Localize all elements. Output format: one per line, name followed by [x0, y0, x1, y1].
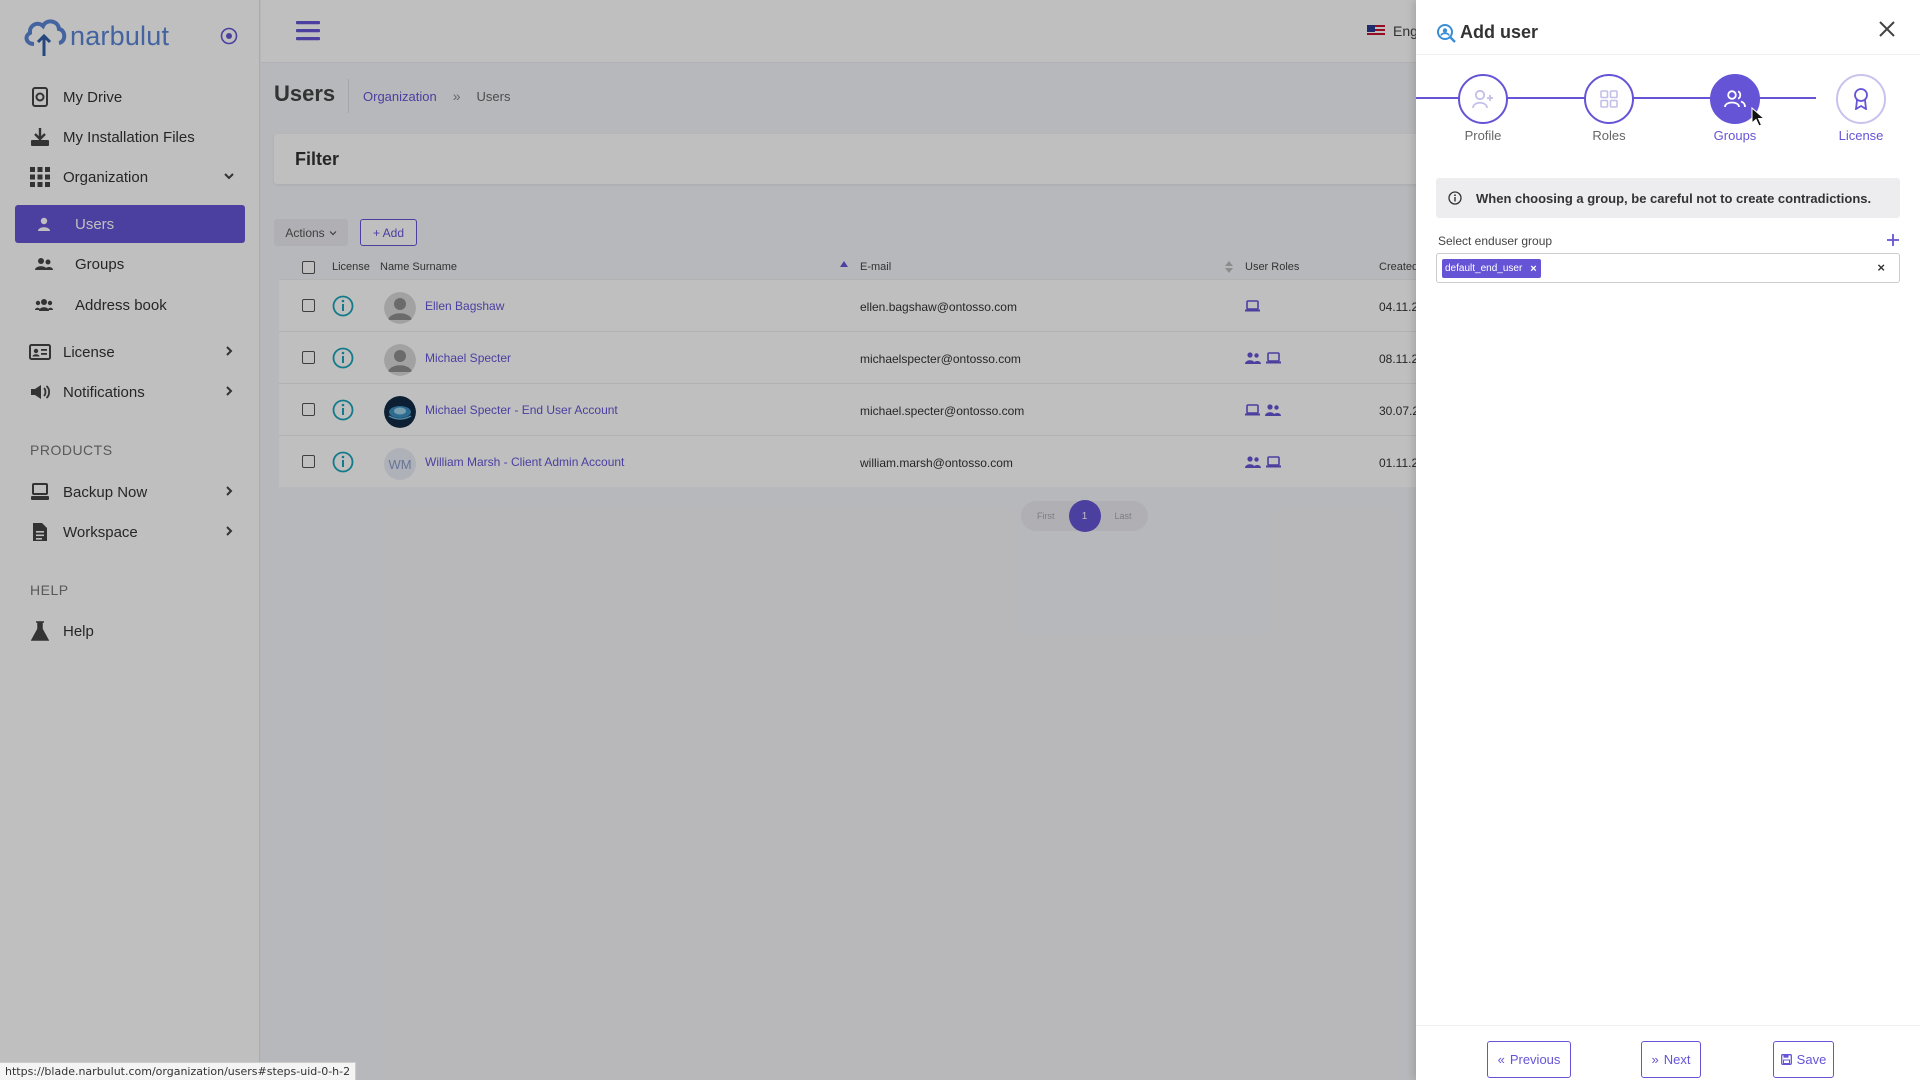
step-roles[interactable]: Roles: [1584, 74, 1634, 143]
save-icon: [1780, 1054, 1792, 1065]
status-bar-url: https://blade.narbulut.com/organization/…: [0, 1062, 357, 1080]
panel-header: Add user: [1436, 22, 1538, 43]
plus-icon[interactable]: [1886, 233, 1900, 247]
notice-text: When choosing a group, be careful not to…: [1476, 190, 1872, 206]
group-select[interactable]: default_end_user × ×: [1436, 253, 1900, 283]
user-plus-icon: [1458, 74, 1508, 124]
award-icon: [1836, 74, 1886, 124]
mouse-cursor-icon: [1751, 107, 1765, 127]
step-label: Roles: [1592, 128, 1626, 143]
tag-remove-icon[interactable]: ×: [1530, 263, 1536, 275]
save-label: Save: [1796, 1052, 1827, 1067]
close-icon[interactable]: [1878, 20, 1896, 38]
group-field-label: Select enduser group: [1438, 234, 1553, 248]
selected-group-tag: default_end_user ×: [1442, 259, 1541, 278]
previous-button[interactable]: « Previous: [1487, 1041, 1571, 1078]
step-label: License: [1838, 128, 1884, 143]
previous-label: Previous: [1509, 1052, 1561, 1067]
user-search-icon: [1436, 23, 1456, 43]
step-profile[interactable]: Profile: [1458, 74, 1508, 143]
panel-footer-divider: [1416, 1025, 1920, 1026]
step-label: Profile: [1464, 128, 1502, 143]
next-label: Next: [1663, 1052, 1691, 1067]
app-root: narbulut My Drive My Installation Files …: [0, 0, 1920, 1080]
panel-title: Add user: [1460, 22, 1539, 42]
clear-selection-icon[interactable]: ×: [1877, 260, 1885, 275]
double-chevron-left-icon: «: [1497, 1052, 1505, 1067]
tag-label: default_end_user: [1445, 263, 1523, 274]
double-chevron-right-icon: »: [1651, 1052, 1659, 1067]
save-button[interactable]: Save: [1773, 1041, 1834, 1078]
next-button[interactable]: » Next: [1641, 1041, 1701, 1078]
panel-header-divider: [1416, 54, 1920, 55]
grid-icon: [1584, 74, 1634, 124]
step-label: Groups: [1713, 128, 1757, 143]
info-icon: [1448, 191, 1462, 205]
warning-notice: When choosing a group, be careful not to…: [1436, 178, 1900, 218]
add-user-panel: Add user Profile Roles Groups License Wh…: [1416, 0, 1920, 1080]
step-license[interactable]: License: [1836, 74, 1886, 143]
modal-backdrop[interactable]: [0, 0, 1416, 1080]
